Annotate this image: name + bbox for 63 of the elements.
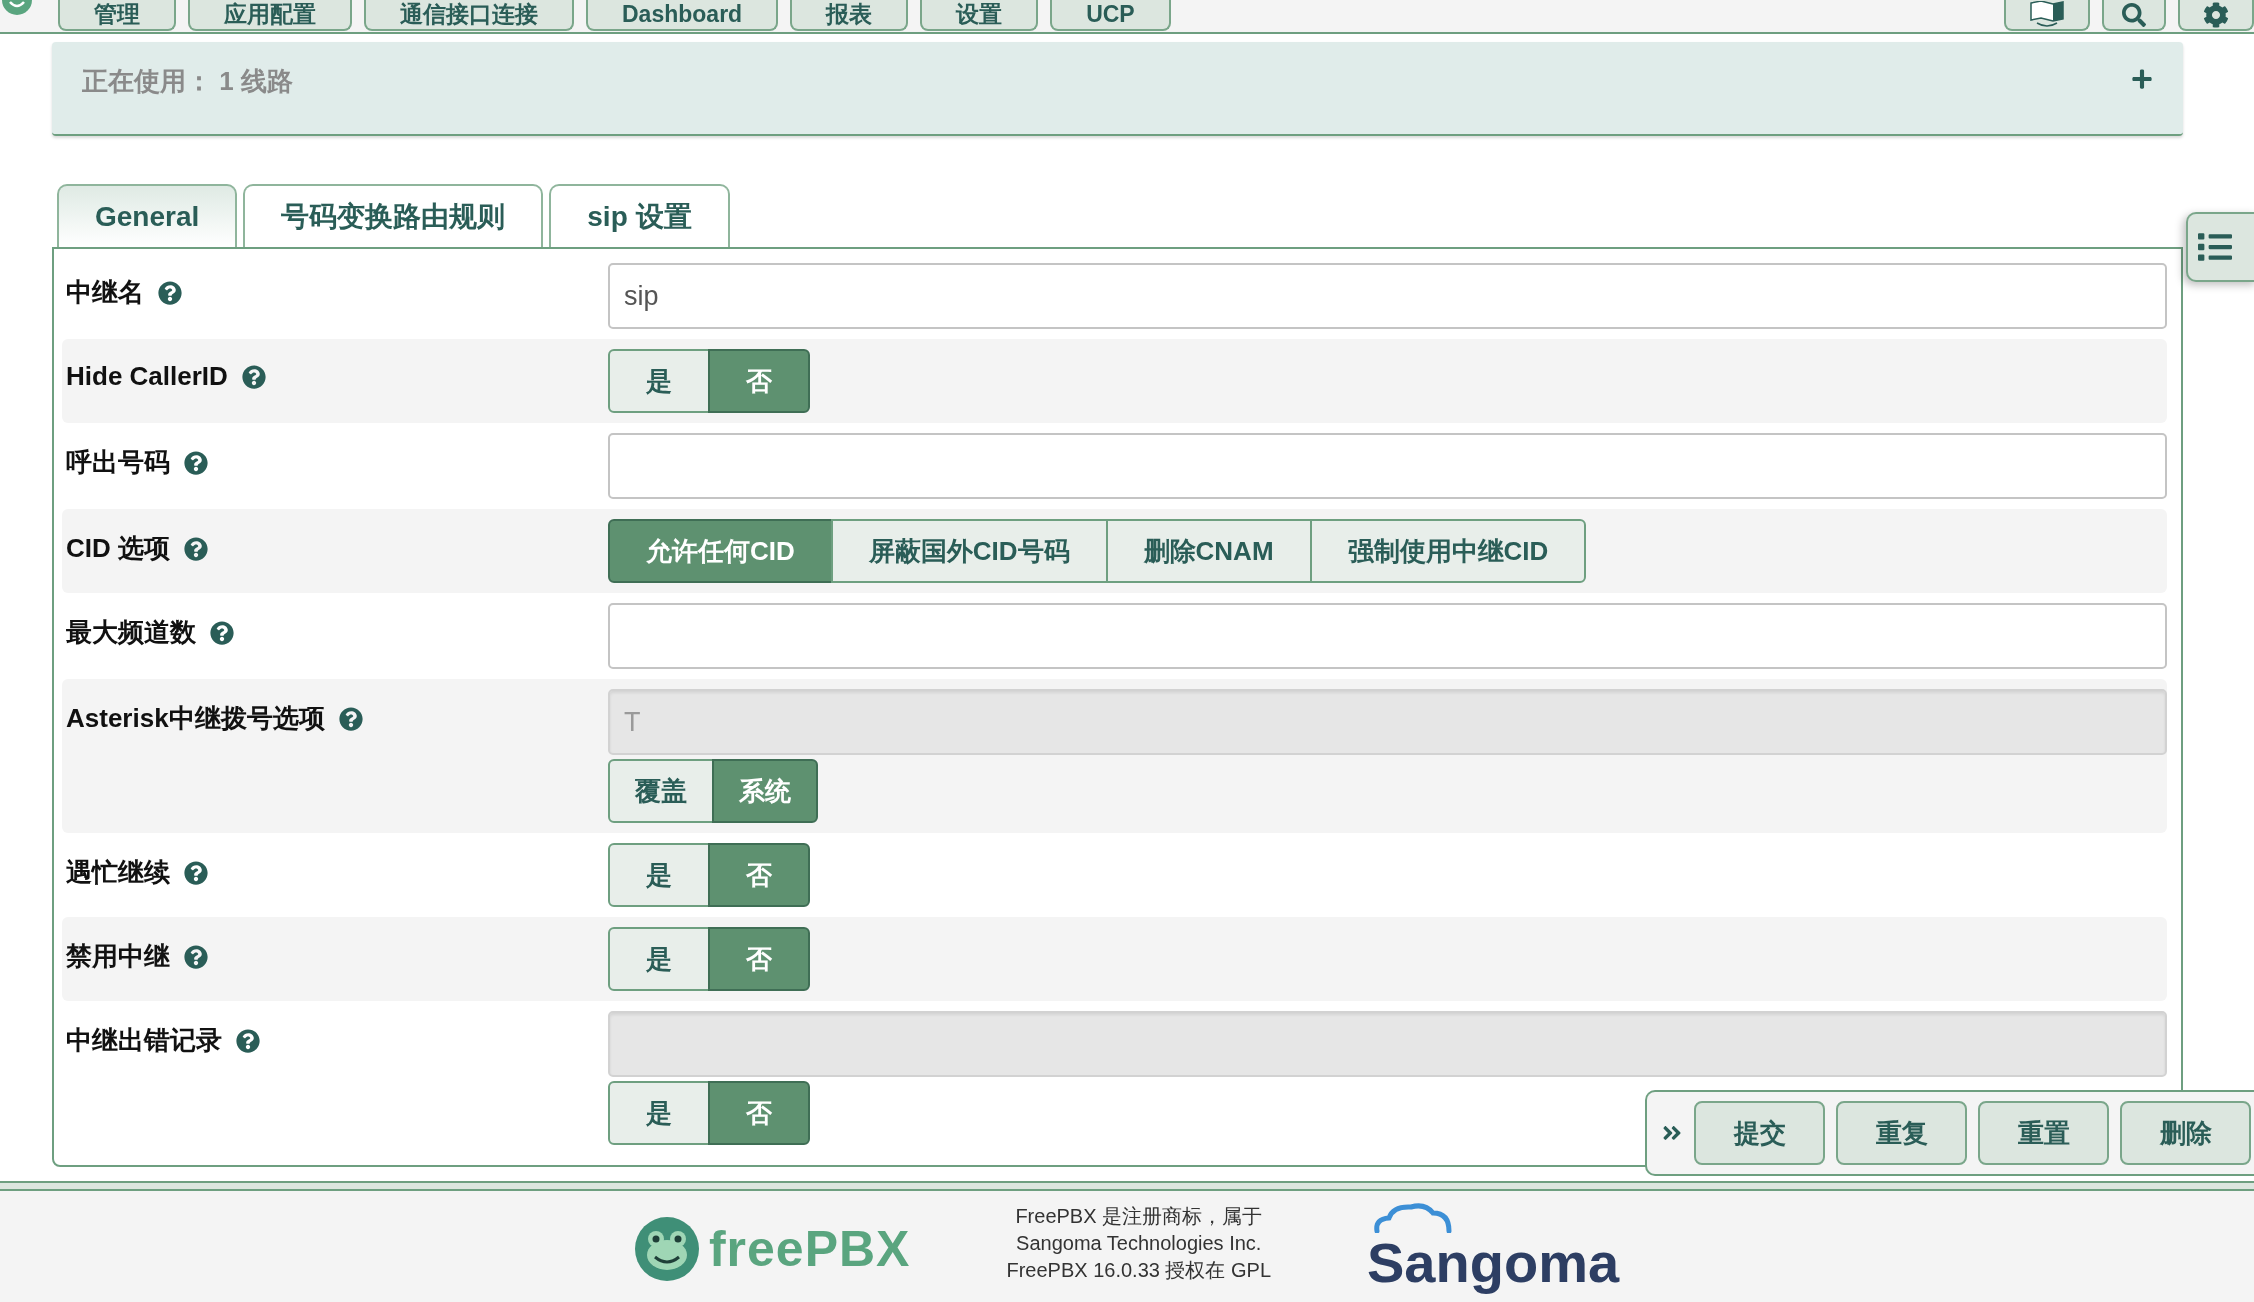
toggle-option[interactable]: 是 xyxy=(608,927,710,991)
frog-logo-icon xyxy=(634,1217,699,1281)
toggle-option[interactable]: 允许任何CID xyxy=(608,519,833,583)
help-icon xyxy=(158,280,182,305)
nav-menu-button[interactable]: 设置 xyxy=(920,0,1039,31)
toggle-option[interactable]: 否 xyxy=(708,927,810,991)
list-button[interactable] xyxy=(2186,212,2254,282)
toggle-option[interactable]: 系统 xyxy=(712,759,818,823)
toggle-option[interactable]: 屏蔽国外CID号码 xyxy=(830,519,1108,583)
help-icon xyxy=(184,536,208,561)
nav-menu-button[interactable]: UCP xyxy=(1050,0,1171,31)
field-label: 呼出号码 xyxy=(66,446,170,479)
toggle-option[interactable]: 是 xyxy=(608,1081,710,1145)
field-label: CID 选项 xyxy=(66,532,170,565)
toggle-option[interactable]: 否 xyxy=(708,1081,810,1145)
help-icon xyxy=(338,706,363,731)
toggle-option[interactable]: 强制使用中继CID xyxy=(1309,519,1587,583)
action-button[interactable]: 删除 xyxy=(2120,1101,2251,1165)
tab[interactable]: 号码变换路由规则 xyxy=(243,184,544,247)
action-button[interactable]: 重复 xyxy=(1836,1101,1967,1165)
settings-button[interactable] xyxy=(2178,0,2254,31)
map-icon xyxy=(2027,1,2067,28)
toggle-option[interactable]: 否 xyxy=(708,843,810,907)
map-button[interactable] xyxy=(2004,0,2090,31)
cloud-logo-icon xyxy=(1373,1203,1453,1233)
action-button[interactable]: 提交 xyxy=(1694,1101,1825,1165)
settings-icon xyxy=(2203,1,2229,28)
field-label: 最大频道数 xyxy=(66,616,196,649)
text-field[interactable]: sip xyxy=(608,263,2167,329)
text-field[interactable] xyxy=(608,603,2167,669)
field-label: 禁用中继 xyxy=(66,940,170,973)
help-icon xyxy=(184,860,208,885)
field-label: 遇忙继续 xyxy=(66,856,170,889)
nav-menu-button[interactable]: 通信接口连接 xyxy=(364,0,574,31)
tab[interactable]: General xyxy=(57,184,238,247)
toggle-option[interactable]: 是 xyxy=(608,843,710,907)
nav-menu-button[interactable]: 应用配置 xyxy=(188,0,352,31)
toggle-option[interactable]: 是 xyxy=(608,349,710,413)
usage-text: 正在使用： 1 线路 xyxy=(82,65,293,98)
help-icon xyxy=(236,1028,260,1053)
list-icon xyxy=(2198,230,2232,264)
toggle-option[interactable]: 否 xyxy=(708,349,810,413)
search-icon xyxy=(2122,2,2146,27)
help-icon xyxy=(210,620,234,645)
nav-menu-button[interactable]: Dashboard xyxy=(586,0,779,31)
footer-notice: FreePBX 是注册商标，属于 Sangoma Technologies Inc. FreePBX 16.0.33 授权在 GPL xyxy=(1006,1204,1271,1283)
help-icon xyxy=(241,364,266,389)
plus-icon[interactable] xyxy=(2131,68,2153,90)
text-field[interactable] xyxy=(608,433,2167,499)
toggle-option[interactable]: 删除CNAM xyxy=(1105,519,1312,583)
search-button[interactable] xyxy=(2102,0,2166,31)
tab[interactable]: sip 设置 xyxy=(549,184,730,247)
toggle-option[interactable]: 覆盖 xyxy=(608,759,714,823)
action-button[interactable]: 重置 xyxy=(1978,1101,2109,1165)
field-label: Hide CallerID xyxy=(66,361,228,392)
field-label: 中继名 xyxy=(66,276,144,309)
help-icon xyxy=(184,450,208,475)
nav-menu-button[interactable]: 报表 xyxy=(790,0,909,31)
logo-text: freePBX xyxy=(708,1220,911,1278)
field-label: Asterisk中继拨号选项 xyxy=(66,702,325,735)
field-label: 中继出错记录 xyxy=(66,1024,222,1057)
nav-menu-button[interactable]: 管理 xyxy=(58,0,176,31)
help-icon xyxy=(184,944,208,969)
